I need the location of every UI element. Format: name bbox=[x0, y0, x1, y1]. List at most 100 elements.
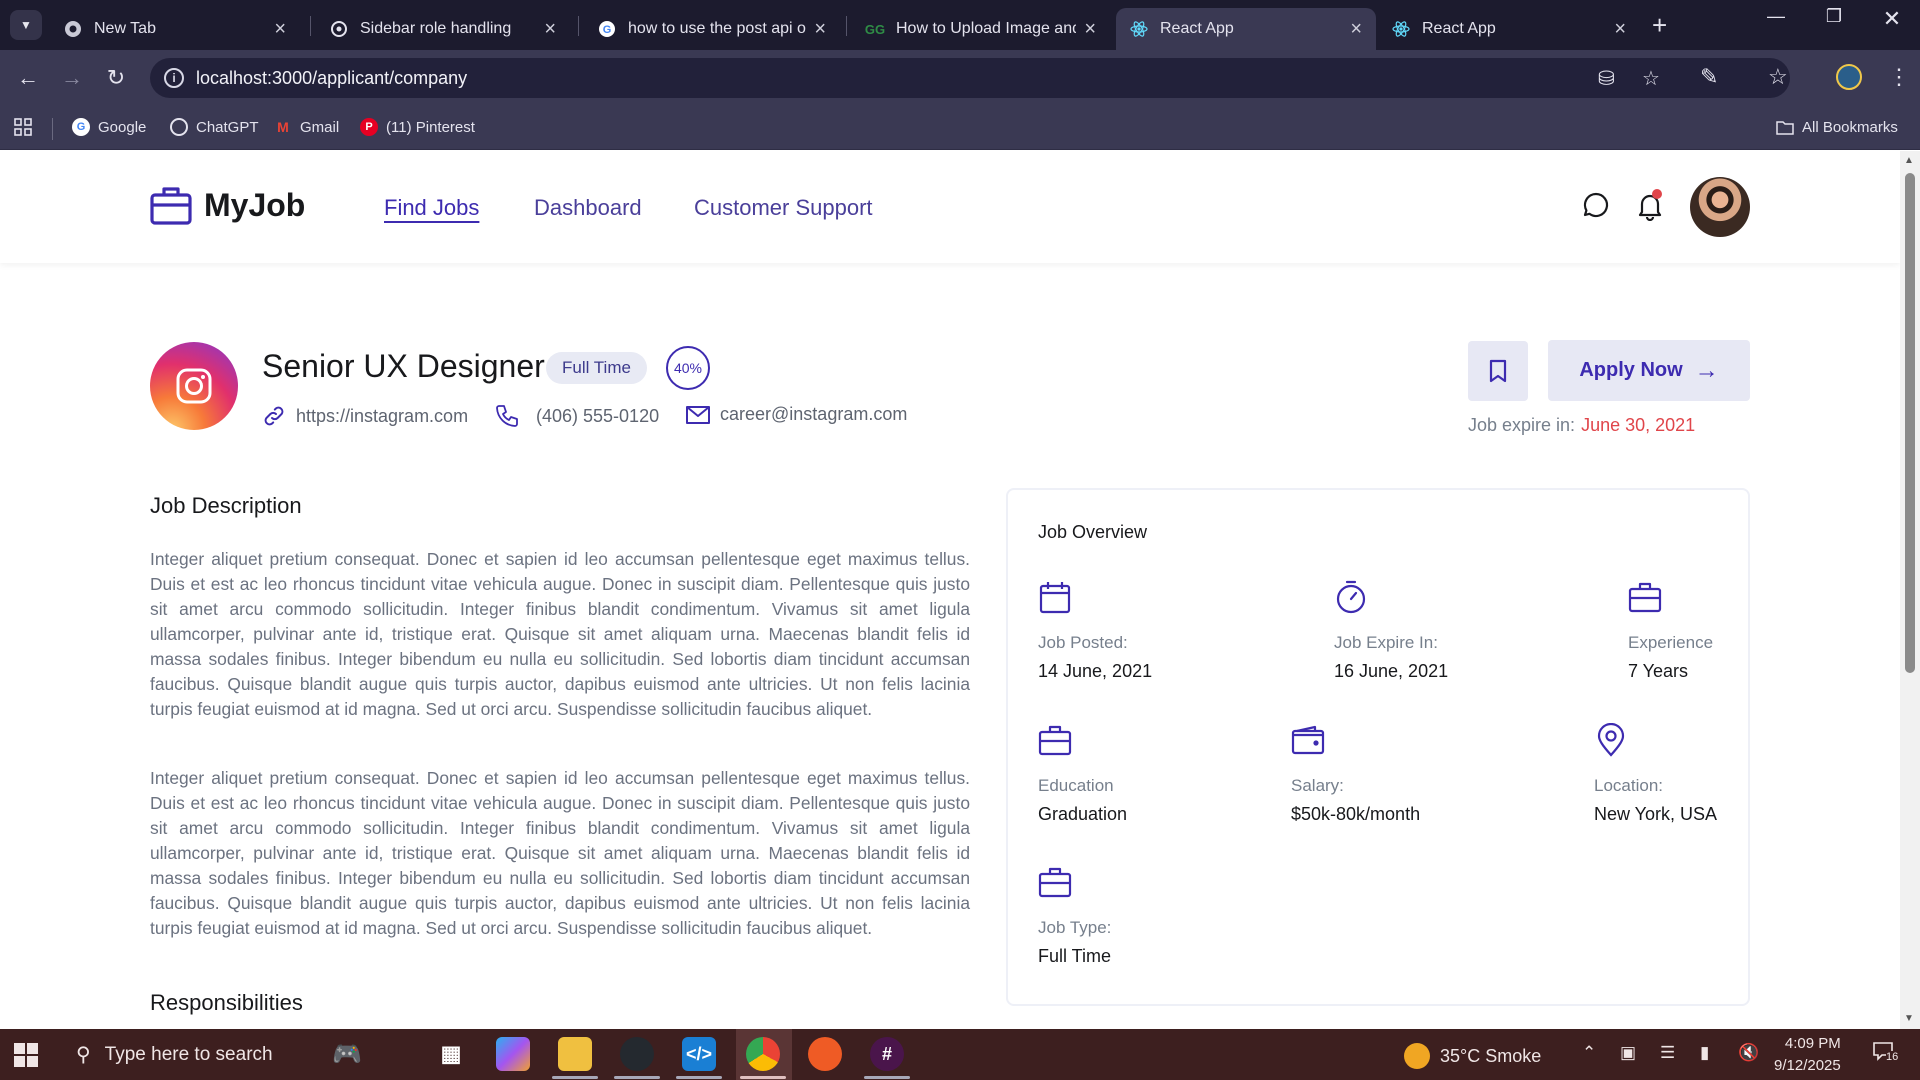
url-text[interactable]: localhost:3000/applicant/company bbox=[196, 68, 467, 89]
forward-button[interactable]: → bbox=[54, 60, 90, 96]
job-expire-info: Job expire in: June 30, 2021 bbox=[1468, 415, 1696, 435]
notification-dot bbox=[1652, 189, 1662, 199]
geeksforgeeks-icon: GG bbox=[864, 21, 886, 37]
notification-bell-icon[interactable] bbox=[1636, 189, 1664, 226]
briefcase-logo-icon bbox=[150, 187, 192, 225]
back-button[interactable]: ← bbox=[10, 60, 46, 96]
bookmark-icon bbox=[1489, 359, 1507, 383]
taskbar-search[interactable]: ⚲ Type here to search bbox=[62, 1029, 332, 1080]
vscode-icon[interactable]: </> bbox=[682, 1037, 716, 1071]
close-tab-icon[interactable]: × bbox=[1350, 19, 1362, 39]
tray-chevron-icon[interactable]: ⌃ bbox=[1582, 1043, 1596, 1063]
apply-now-button[interactable]: Apply Now → bbox=[1548, 340, 1750, 401]
menu-kebab-icon[interactable]: ⋮ bbox=[1888, 64, 1910, 90]
contact-email[interactable]: career@instagram.com bbox=[686, 404, 907, 425]
chrome-taskbar-icon[interactable] bbox=[746, 1037, 780, 1071]
tab-react-app-active[interactable]: React App × bbox=[1116, 8, 1376, 50]
job-overview-title: Job Overview bbox=[1038, 522, 1148, 542]
site-header: MyJob Find Jobs Dashboard Customer Suppo… bbox=[0, 151, 1900, 263]
tab-post-api[interactable]: G how to use the post api of × bbox=[584, 8, 840, 50]
pinterest-icon: P bbox=[360, 118, 378, 136]
file-explorer-icon[interactable] bbox=[558, 1037, 592, 1071]
react-icon bbox=[1392, 20, 1410, 38]
volume-mute-icon[interactable]: 🔇 bbox=[1738, 1043, 1759, 1063]
tab-new-tab[interactable]: New Tab × bbox=[50, 8, 300, 50]
minimize-button[interactable]: — bbox=[1756, 6, 1796, 27]
briefcase-icon bbox=[1038, 725, 1072, 756]
briefcase-icon bbox=[1038, 867, 1072, 898]
battery-icon[interactable]: ▮ bbox=[1700, 1043, 1709, 1063]
calendar-icon bbox=[1039, 582, 1071, 614]
apps-grid-icon[interactable] bbox=[14, 118, 32, 136]
extensions-icon[interactable]: ✎ bbox=[1700, 64, 1718, 90]
browser-tab-bar: ▼ New Tab × Sidebar role handling × G ho… bbox=[0, 0, 1920, 50]
overview-job-expire: Job Expire In: 16 June, 2021 bbox=[1334, 580, 1448, 682]
weather-widget[interactable]: 35°C Smoke bbox=[1404, 1043, 1541, 1069]
bookmark-pinterest[interactable]: P (11) Pinterest bbox=[360, 118, 475, 136]
user-avatar[interactable] bbox=[1690, 177, 1750, 237]
timer-icon bbox=[1336, 580, 1366, 614]
overview-experience: Experience 7 Years bbox=[1628, 580, 1713, 682]
chatgpt-icon bbox=[330, 20, 348, 38]
instagram-icon bbox=[176, 368, 212, 404]
bookmark-chatgpt[interactable]: ChatGPT bbox=[170, 118, 259, 136]
tray-device-icon[interactable]: ▣ bbox=[1620, 1043, 1636, 1063]
close-tab-icon[interactable]: × bbox=[274, 19, 286, 39]
reload-button[interactable]: ↻ bbox=[98, 60, 134, 96]
tab-react-app[interactable]: React App × bbox=[1378, 8, 1640, 50]
link-icon bbox=[264, 406, 284, 426]
search-icon: ⚲ bbox=[76, 1044, 91, 1066]
omnibox[interactable]: i localhost:3000/applicant/company ⛁ ☆ bbox=[150, 58, 1790, 98]
address-bar-row: ← → ↻ i localhost:3000/applicant/company… bbox=[0, 50, 1920, 106]
close-tab-icon[interactable]: × bbox=[544, 19, 556, 39]
site-info-icon[interactable]: i bbox=[164, 68, 184, 88]
bookmark-star-icon[interactable]: ☆ bbox=[1642, 66, 1660, 91]
task-view-icon[interactable]: ▦ bbox=[434, 1037, 468, 1071]
windows-start-icon[interactable] bbox=[14, 1043, 38, 1072]
overview-location: Location: New York, USA bbox=[1594, 722, 1717, 825]
close-tab-icon[interactable]: × bbox=[1084, 19, 1096, 39]
all-bookmarks[interactable]: All Bookmarks bbox=[1776, 118, 1898, 136]
bookmark-google[interactable]: G Google bbox=[72, 118, 146, 136]
close-window-button[interactable]: ✕ bbox=[1872, 6, 1912, 32]
notification-center-icon[interactable]: 16 bbox=[1872, 1041, 1902, 1067]
site-logo[interactable]: MyJob bbox=[150, 185, 305, 225]
restore-button[interactable]: ❐ bbox=[1814, 6, 1854, 27]
chat-icon[interactable] bbox=[1582, 191, 1610, 224]
close-tab-icon[interactable]: × bbox=[1614, 19, 1626, 39]
job-description-paragraph: Integer aliquet pretium consequat. Donec… bbox=[150, 549, 970, 719]
copilot-icon[interactable] bbox=[496, 1037, 530, 1071]
page-scrollbar[interactable]: ▲ ▼ bbox=[1900, 151, 1920, 1029]
scroll-down-arrow[interactable]: ▼ bbox=[1904, 1013, 1914, 1024]
contact-website[interactable]: https://instagram.com bbox=[262, 404, 468, 428]
scroll-up-arrow[interactable]: ▲ bbox=[1904, 155, 1914, 166]
install-app-icon[interactable]: ⛁ bbox=[1598, 66, 1615, 91]
tab-search-dropdown[interactable]: ▼ bbox=[10, 10, 42, 40]
overview-job-posted: Job Posted: 14 June, 2021 bbox=[1038, 580, 1152, 682]
save-job-button[interactable] bbox=[1468, 341, 1528, 401]
briefcase-icon bbox=[1628, 582, 1662, 613]
game-widget-icon[interactable]: 🎮 bbox=[330, 1037, 364, 1071]
tab-sidebar-role[interactable]: Sidebar role handling × bbox=[316, 8, 570, 50]
bookmarks-bar: G Google ChatGPT M Gmail P (11) Pinteres… bbox=[0, 106, 1920, 150]
overview-education: Education Graduation bbox=[1038, 723, 1127, 825]
bookmark-gmail[interactable]: M Gmail bbox=[274, 118, 339, 136]
arrow-right-icon: → bbox=[1694, 356, 1719, 384]
nav-customer-support[interactable]: Customer Support bbox=[694, 195, 873, 221]
github-icon[interactable] bbox=[620, 1037, 654, 1071]
wifi-icon[interactable]: ☰ bbox=[1660, 1043, 1675, 1063]
tab-upload-image[interactable]: GG How to Upload Image and × bbox=[852, 8, 1110, 50]
close-tab-icon[interactable]: × bbox=[814, 19, 826, 39]
profile-avatar[interactable] bbox=[1836, 64, 1862, 90]
system-clock[interactable]: 4:09 PM 9/12/2025 bbox=[1774, 1033, 1841, 1077]
nav-dashboard[interactable]: Dashboard bbox=[534, 195, 642, 221]
scrollbar-thumb[interactable] bbox=[1905, 173, 1915, 673]
slack-icon[interactable]: # bbox=[870, 1037, 904, 1071]
nav-find-jobs[interactable]: Find Jobs bbox=[384, 195, 479, 221]
svg-text:G: G bbox=[603, 24, 612, 36]
reading-list-icon[interactable]: ☆ bbox=[1768, 64, 1788, 90]
contact-phone[interactable]: (406) 555-0120 bbox=[494, 404, 659, 428]
new-tab-button[interactable]: + bbox=[1652, 10, 1667, 41]
wallet-icon bbox=[1291, 725, 1325, 755]
postman-icon[interactable] bbox=[808, 1037, 842, 1071]
